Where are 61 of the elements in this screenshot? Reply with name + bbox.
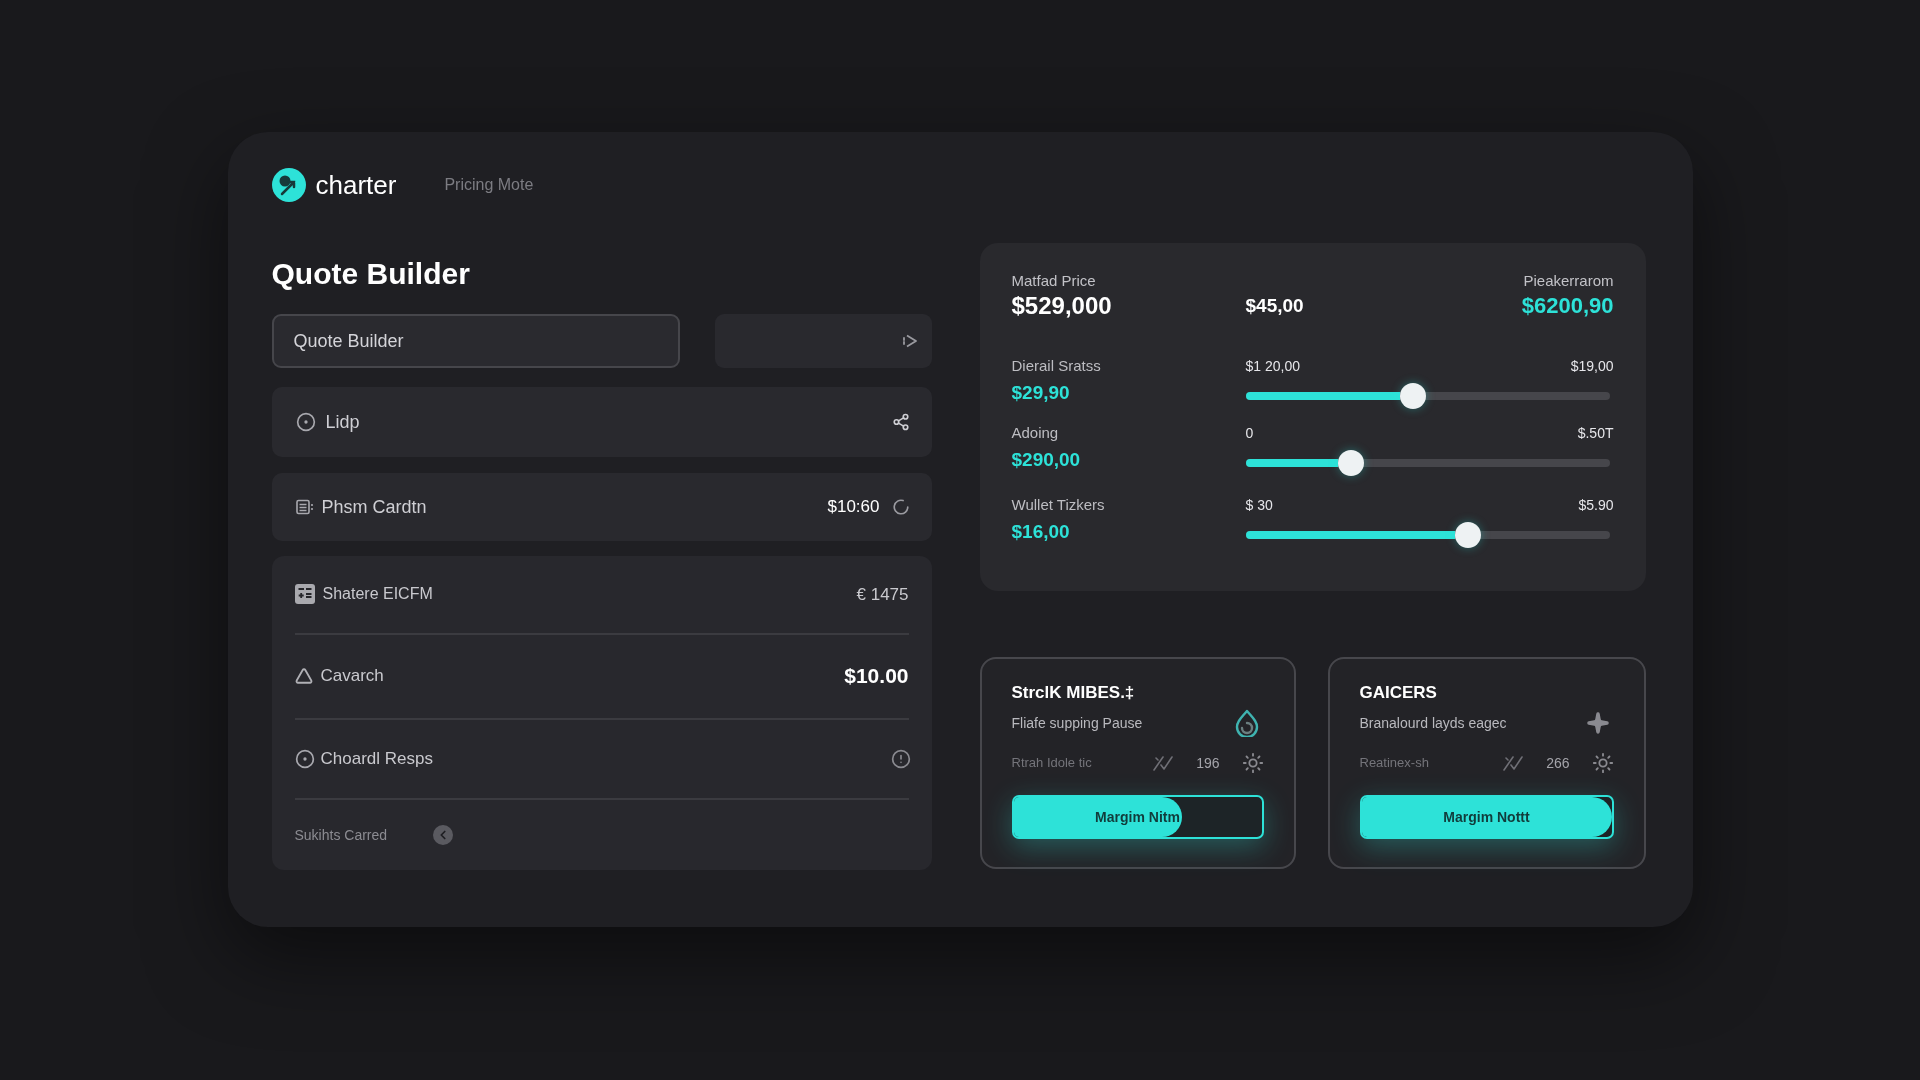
row-amount: $10:60 bbox=[827, 496, 880, 519]
drop-icon bbox=[1233, 709, 1260, 737]
sun-icon bbox=[1591, 752, 1614, 774]
card-title: GAICERS bbox=[1359, 682, 1437, 704]
alert-icon[interactable] bbox=[890, 749, 911, 770]
list-icon bbox=[295, 499, 314, 515]
ring-icon bbox=[891, 498, 910, 516]
input-field[interactable] bbox=[714, 314, 932, 368]
peak-value: $6200,90 bbox=[1521, 292, 1614, 320]
line-item-label: Choardl Resps bbox=[320, 748, 433, 771]
sun-icon bbox=[1241, 752, 1264, 774]
triangle-icon bbox=[294, 667, 313, 686]
slider-label: Adoing bbox=[1011, 424, 1059, 442]
logo-icon bbox=[271, 168, 306, 202]
circle-dot-icon bbox=[295, 412, 316, 432]
card-stat-label: Rtrah Idole tic bbox=[1011, 754, 1092, 773]
slider-max-label: $5.90 bbox=[1578, 496, 1614, 514]
share-icon bbox=[891, 413, 910, 431]
brand-name: charter bbox=[315, 168, 397, 202]
card-subtitle: Branalourd layds eagec bbox=[1359, 713, 1507, 733]
card-count: 266 bbox=[1546, 753, 1570, 773]
amount-row[interactable]: Phsm Cardtn $10:60 bbox=[271, 473, 932, 541]
slash-check-icon bbox=[1152, 754, 1175, 772]
slider-label: Wullet Tizkers bbox=[1011, 496, 1105, 514]
slider-thumb[interactable] bbox=[1399, 383, 1426, 409]
note-text: Sukihts Carred bbox=[294, 825, 388, 845]
margin-button[interactable]: Margim Nottt bbox=[1359, 795, 1614, 839]
page-title: Quote Builder bbox=[271, 256, 470, 292]
card-subtitle: Fliafe supping Pause bbox=[1011, 713, 1143, 733]
slider-thumb[interactable] bbox=[1338, 450, 1365, 476]
price-label: Matfad Price bbox=[1011, 271, 1096, 291]
circle-dot-icon bbox=[294, 749, 315, 770]
slider-value: $290,00 bbox=[1011, 448, 1081, 472]
sparkle-icon bbox=[1585, 711, 1610, 735]
row-label: Phsm Cardtn bbox=[321, 495, 427, 519]
line-item-total: $10.00 bbox=[844, 663, 909, 690]
peak-label: Pieakerrarom bbox=[1523, 271, 1614, 291]
select-field[interactable]: Lidp bbox=[271, 387, 932, 457]
slider-value: $29,90 bbox=[1011, 381, 1070, 405]
margin-button[interactable]: Margim Nitm bbox=[1011, 795, 1264, 839]
slider-label: Dierail Sratss bbox=[1011, 357, 1101, 375]
slider-thumb[interactable] bbox=[1454, 522, 1481, 548]
delta-value: $45,00 bbox=[1245, 294, 1304, 318]
mode-label: Pricing Mote bbox=[444, 175, 534, 195]
slider-min-label: $ 30 bbox=[1245, 496, 1273, 514]
input-field[interactable]: Quote Builder bbox=[271, 314, 680, 368]
calculator-icon bbox=[294, 584, 315, 605]
slider-max-label: $19,00 bbox=[1570, 357, 1614, 375]
line-item-label: Cavarch bbox=[320, 665, 384, 688]
line-item-amount: € 1475 bbox=[856, 583, 909, 606]
slider-min-label: 0 bbox=[1245, 424, 1254, 442]
slash-check-icon bbox=[1502, 754, 1525, 772]
card-stat-label: Reatinex-sh bbox=[1359, 754, 1429, 773]
card-title: StrclK MIBES.‡ bbox=[1011, 682, 1135, 704]
play-icon bbox=[901, 333, 918, 349]
card-count: 196 bbox=[1196, 753, 1220, 773]
slider-min-label: $1 20,00 bbox=[1245, 357, 1300, 375]
price-value: $529,000 bbox=[1011, 291, 1112, 321]
slider-max-label: $.50T bbox=[1577, 424, 1614, 442]
line-item-label: Shatere EICFM bbox=[322, 584, 433, 605]
slider-value: $16,00 bbox=[1011, 520, 1070, 544]
